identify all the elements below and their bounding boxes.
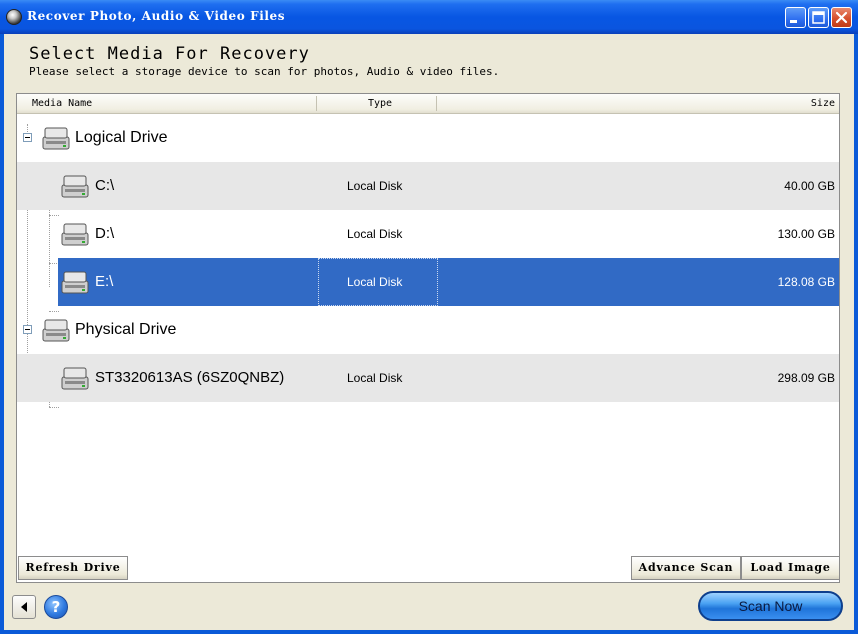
maximize-button[interactable] xyxy=(808,7,829,28)
drive-name: D:\ xyxy=(95,225,115,242)
tree-group-logical-drive[interactable]: Logical Drive xyxy=(17,114,839,162)
window-title: Recover Photo, Audio & Video Files xyxy=(27,9,286,23)
tree-group-physical-drive[interactable]: Physical Drive xyxy=(17,306,839,354)
hard-drive-icon xyxy=(61,271,89,294)
drive-size: 298.09 GB xyxy=(777,371,835,385)
back-arrow-icon xyxy=(21,602,27,612)
minimize-icon xyxy=(790,20,797,23)
minimize-button[interactable] xyxy=(785,7,806,28)
column-header: Media Name Type Size xyxy=(17,94,839,114)
list-item[interactable]: D:\ Local Disk 130.00 GB xyxy=(17,210,839,258)
client-area: Select Media For Recovery Please select … xyxy=(4,34,854,630)
back-button[interactable] xyxy=(12,595,36,619)
column-size[interactable]: Size xyxy=(811,98,835,109)
list-item[interactable]: C:\ Local Disk 40.00 GB xyxy=(17,162,839,210)
column-type[interactable]: Type xyxy=(368,98,392,109)
refresh-drive-button[interactable]: Refresh Drive xyxy=(18,556,128,580)
maximize-icon xyxy=(812,11,825,24)
selection-highlight xyxy=(58,258,839,306)
list-item-selected[interactable]: E:\ Local Disk 128.08 GB xyxy=(17,258,839,306)
drive-type: Local Disk xyxy=(347,227,403,241)
advance-scan-button[interactable]: Advance Scan xyxy=(631,556,741,580)
hard-drive-icon xyxy=(42,127,70,150)
drive-type: Local Disk xyxy=(347,179,403,193)
drive-type: Local Disk xyxy=(347,371,403,385)
drive-name: E:\ xyxy=(95,273,114,290)
media-list[interactable]: Media Name Type Size Logical Drive C:\ L… xyxy=(16,93,840,583)
page-subtitle: Please select a storage device to scan f… xyxy=(29,65,500,78)
drive-size: 130.00 GB xyxy=(777,227,835,241)
drive-type: Local Disk xyxy=(347,275,403,289)
drive-name: C:\ xyxy=(95,177,115,194)
hard-drive-icon xyxy=(42,319,70,342)
page-title: Select Media For Recovery xyxy=(29,44,310,64)
title-bar[interactable]: Recover Photo, Audio & Video Files xyxy=(0,0,858,34)
hard-drive-icon xyxy=(61,223,89,246)
app-globe-icon xyxy=(6,9,22,25)
group-label: Logical Drive xyxy=(75,129,168,146)
collapse-toggle[interactable] xyxy=(23,133,32,142)
hard-drive-icon xyxy=(61,367,89,390)
close-icon xyxy=(835,11,848,24)
drive-size: 40.00 GB xyxy=(784,179,835,193)
help-button[interactable]: ? xyxy=(44,595,68,619)
hard-drive-icon xyxy=(61,175,89,198)
column-media-name[interactable]: Media Name xyxy=(32,98,92,109)
drive-size: 128.08 GB xyxy=(777,275,835,289)
group-label: Physical Drive xyxy=(75,321,177,338)
collapse-toggle[interactable] xyxy=(23,325,32,334)
list-item[interactable]: ST3320613AS (6SZ0QNBZ) Local Disk 298.09… xyxy=(17,354,839,402)
scan-now-button[interactable]: Scan Now xyxy=(698,591,843,621)
app-window: Recover Photo, Audio & Video Files Selec… xyxy=(0,0,858,634)
help-icon: ? xyxy=(51,598,61,616)
close-button[interactable] xyxy=(831,7,852,28)
load-image-button[interactable]: Load Image xyxy=(741,556,840,580)
drive-name: ST3320613AS (6SZ0QNBZ) xyxy=(95,369,285,386)
